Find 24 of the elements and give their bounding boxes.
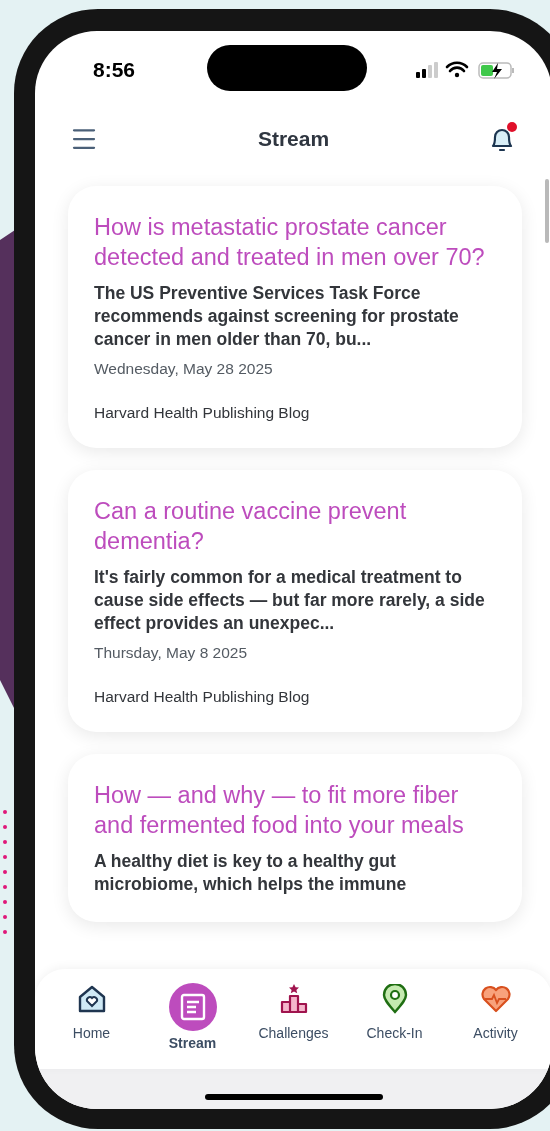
article-source: Harvard Health Publishing Blog: [94, 404, 311, 422]
tab-bar-item[interactable]: Check-In: [346, 983, 443, 1041]
tab-bar-item[interactable]: Stream: [144, 983, 241, 1051]
article-title: How is metastatic prostate cancer detected and treated in men over 70?: [94, 213, 486, 272]
heart-pulse-icon: [479, 985, 512, 1013]
podium-star-icon: [279, 984, 308, 1014]
document-icon: [179, 993, 206, 1021]
article-title: Can a routine vaccine prevent dementia?: [94, 497, 408, 556]
article-card[interactable]: How — and why — to fit more fiber and fermented food into your meals A healthy diet is key to a healthy gut microbiome, which helps the immune: [68, 754, 522, 922]
article-summary: A healthy diet is key to a healthy gut microbiome, which helps the immune: [94, 850, 408, 896]
tab-bar-item[interactable]: Home: [43, 983, 140, 1041]
screen-title: Stream: [257, 127, 330, 151]
article-date: Wednesday, May 28 2025: [94, 360, 274, 378]
scrollbar: [545, 179, 549, 243]
article-title: How — and why — to fit more fiber and fermented food into your meals: [94, 781, 465, 840]
status-time: 8:56: [93, 58, 136, 82]
article-date: Thursday, May 8 2025: [94, 644, 249, 662]
tab-bar-item[interactable]: Challenges: [245, 983, 342, 1041]
house-heart-icon: [76, 985, 107, 1013]
article-source: Harvard Health Publishing Blog: [94, 688, 311, 706]
tab-bar-item[interactable]: Activity: [447, 983, 544, 1041]
article-summary: It's fairly common for a medical treatment to cause side effects — but far more rarely, a side effect provides an unexpec...: [94, 566, 486, 635]
article-summary: The US Preventive Services Task Force recommends against screening for prostate cancer in men older than 70, bu...: [94, 282, 460, 351]
map-pin-icon: [381, 984, 408, 1014]
